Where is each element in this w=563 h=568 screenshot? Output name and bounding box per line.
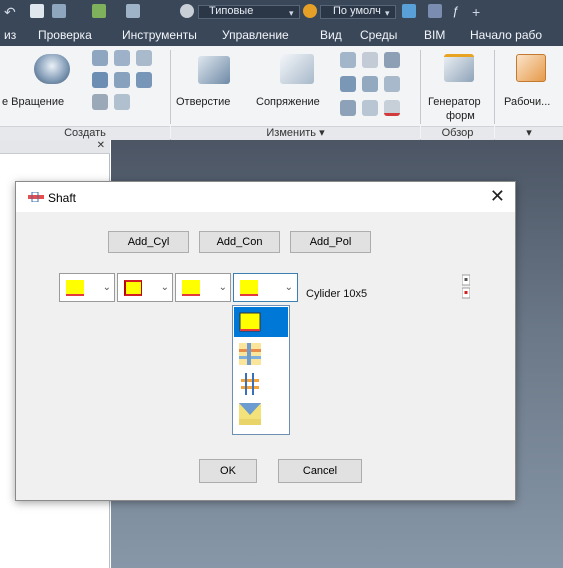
chevron-down-icon: ⌄ <box>102 282 111 293</box>
update-icon[interactable] <box>402 4 416 18</box>
chevron-down-icon: ⌄ <box>160 282 169 293</box>
panel-title-explore[interactable]: Обзор <box>421 126 494 140</box>
fillet-icon[interactable] <box>280 54 314 84</box>
delete-face-icon[interactable] <box>384 100 400 116</box>
quick-access-toolbar: ↶ Типовые ▾ По умолч ▾ ƒ + <box>0 0 563 24</box>
home-icon[interactable] <box>30 4 44 18</box>
function-icon[interactable]: ƒ <box>452 4 466 18</box>
tab-manage[interactable]: Управление <box>222 28 289 42</box>
sweep-icon[interactable] <box>92 50 108 66</box>
tab-get-started[interactable]: Начало рабо <box>470 28 542 42</box>
undo-icon[interactable]: ↶ <box>4 4 18 20</box>
section-type-dropdown-2[interactable]: ⌄ <box>117 273 173 302</box>
panel-title-modify[interactable]: Изменить ▾ <box>171 126 420 140</box>
chamfer-icon <box>239 343 261 365</box>
tab-tools[interactable]: Инструменты <box>122 28 197 42</box>
panel-expand-button[interactable]: ▾ <box>495 126 563 140</box>
material-dropdown-label: По умолч <box>333 5 381 17</box>
combine-icon[interactable] <box>384 76 400 92</box>
workplane-button-label[interactable]: Рабочи... <box>504 96 550 108</box>
dialog-title-bar: Shaft ✕ <box>16 182 515 212</box>
tab-inspect[interactable]: Проверка <box>38 28 92 42</box>
thicken-icon[interactable] <box>362 100 378 116</box>
ribbon-separator <box>420 50 421 124</box>
chevron-down-icon: ▾ <box>385 8 390 18</box>
ribbon-tab-bar: из Проверка Инструменты Управление Вид С… <box>0 24 563 46</box>
revolve-icon[interactable] <box>34 54 70 84</box>
rib-icon[interactable] <box>114 72 130 88</box>
loft-icon[interactable] <box>114 50 130 66</box>
dropdown-option-cylinder[interactable] <box>234 307 288 337</box>
generator-button-label-line2[interactable]: форм <box>446 110 475 122</box>
material-ball-icon[interactable] <box>303 4 317 18</box>
section-type-dropdown-list <box>232 305 290 435</box>
dropdown-option-thread[interactable] <box>234 399 288 429</box>
derive-icon[interactable] <box>136 72 152 88</box>
parameter-icon[interactable] <box>428 4 442 18</box>
hole-icon[interactable] <box>198 56 230 84</box>
workplane-icon[interactable] <box>516 54 546 82</box>
model-browser-header: ✕ <box>0 140 110 154</box>
shaft-icon <box>28 192 44 202</box>
chevron-down-icon: ⌄ <box>218 282 227 293</box>
section-type-dropdown-3[interactable]: ⌄ <box>175 273 231 302</box>
coil-icon[interactable] <box>92 72 108 88</box>
shell-icon[interactable] <box>362 52 378 68</box>
sculpt-icon[interactable] <box>136 50 152 66</box>
draft-icon[interactable] <box>384 52 400 68</box>
ribbon-separator <box>170 50 171 124</box>
ribbon-separator <box>494 50 495 124</box>
shape-generator-icon[interactable] <box>444 54 474 82</box>
cylinder-icon <box>182 280 200 296</box>
revolve-button-label[interactable]: е Вращение <box>2 96 64 108</box>
appearance-icon[interactable] <box>180 4 194 18</box>
generator-button-label-line1[interactable]: Генератор <box>428 96 481 108</box>
color-icon[interactable] <box>126 4 140 18</box>
tab-model[interactable]: из <box>4 28 16 42</box>
cancel-button[interactable]: Cancel <box>278 459 362 483</box>
select-icon[interactable] <box>92 4 106 18</box>
chamfer-icon[interactable] <box>340 52 356 68</box>
cylinder-icon <box>239 312 261 332</box>
style-dropdown[interactable]: Типовые ▾ <box>198 5 300 19</box>
groove-icon <box>239 373 261 395</box>
section-type-dropdown-1[interactable]: ⌄ <box>59 273 115 302</box>
spin-button[interactable] <box>462 273 470 301</box>
thread-icon <box>239 403 261 425</box>
tab-environments[interactable]: Среды <box>360 28 397 42</box>
tab-bim[interactable]: BIM <box>424 28 445 42</box>
emboss-icon[interactable] <box>92 94 108 110</box>
chevron-down-icon: ⌄ <box>284 282 293 293</box>
fillet-button-label[interactable]: Сопряжение <box>256 96 320 108</box>
ok-button[interactable]: OK <box>199 459 257 483</box>
tab-view[interactable]: Вид <box>320 28 342 42</box>
dropdown-option-groove[interactable] <box>234 369 288 399</box>
add-cone-button[interactable]: Add_Con <box>199 231 280 253</box>
material-dropdown[interactable]: По умолч ▾ <box>320 5 396 19</box>
plus-icon[interactable]: + <box>472 4 486 20</box>
groove-section-icon <box>124 280 142 296</box>
move-face-icon[interactable] <box>340 100 356 116</box>
close-icon[interactable]: ✕ <box>490 187 505 205</box>
add-polygon-button[interactable]: Add_Pol <box>290 231 371 253</box>
thread-icon[interactable] <box>340 76 356 92</box>
close-icon[interactable]: ✕ <box>97 140 105 151</box>
dropdown-option-chamfer[interactable] <box>234 339 288 369</box>
split-icon[interactable] <box>362 76 378 92</box>
style-dropdown-label: Типовые <box>209 5 254 17</box>
dialog-title: Shaft <box>48 191 77 205</box>
panel-title-create[interactable]: Создать <box>0 126 170 140</box>
section-type-dropdown-4[interactable]: ⌄ <box>233 273 298 302</box>
chevron-down-icon: ▾ <box>289 8 294 18</box>
cylinder-icon <box>240 280 258 296</box>
section-label: Cylider 10x5 <box>306 288 368 300</box>
cylinder-icon <box>66 280 84 296</box>
add-cylinder-button[interactable]: Add_Cyl <box>108 231 189 253</box>
hole-button-label[interactable]: Отверстие <box>176 96 230 108</box>
ribbon: е Вращение Отверстие Сопряжение Генерато… <box>0 46 563 140</box>
measure-icon[interactable] <box>52 4 66 18</box>
decal-icon[interactable] <box>114 94 130 110</box>
